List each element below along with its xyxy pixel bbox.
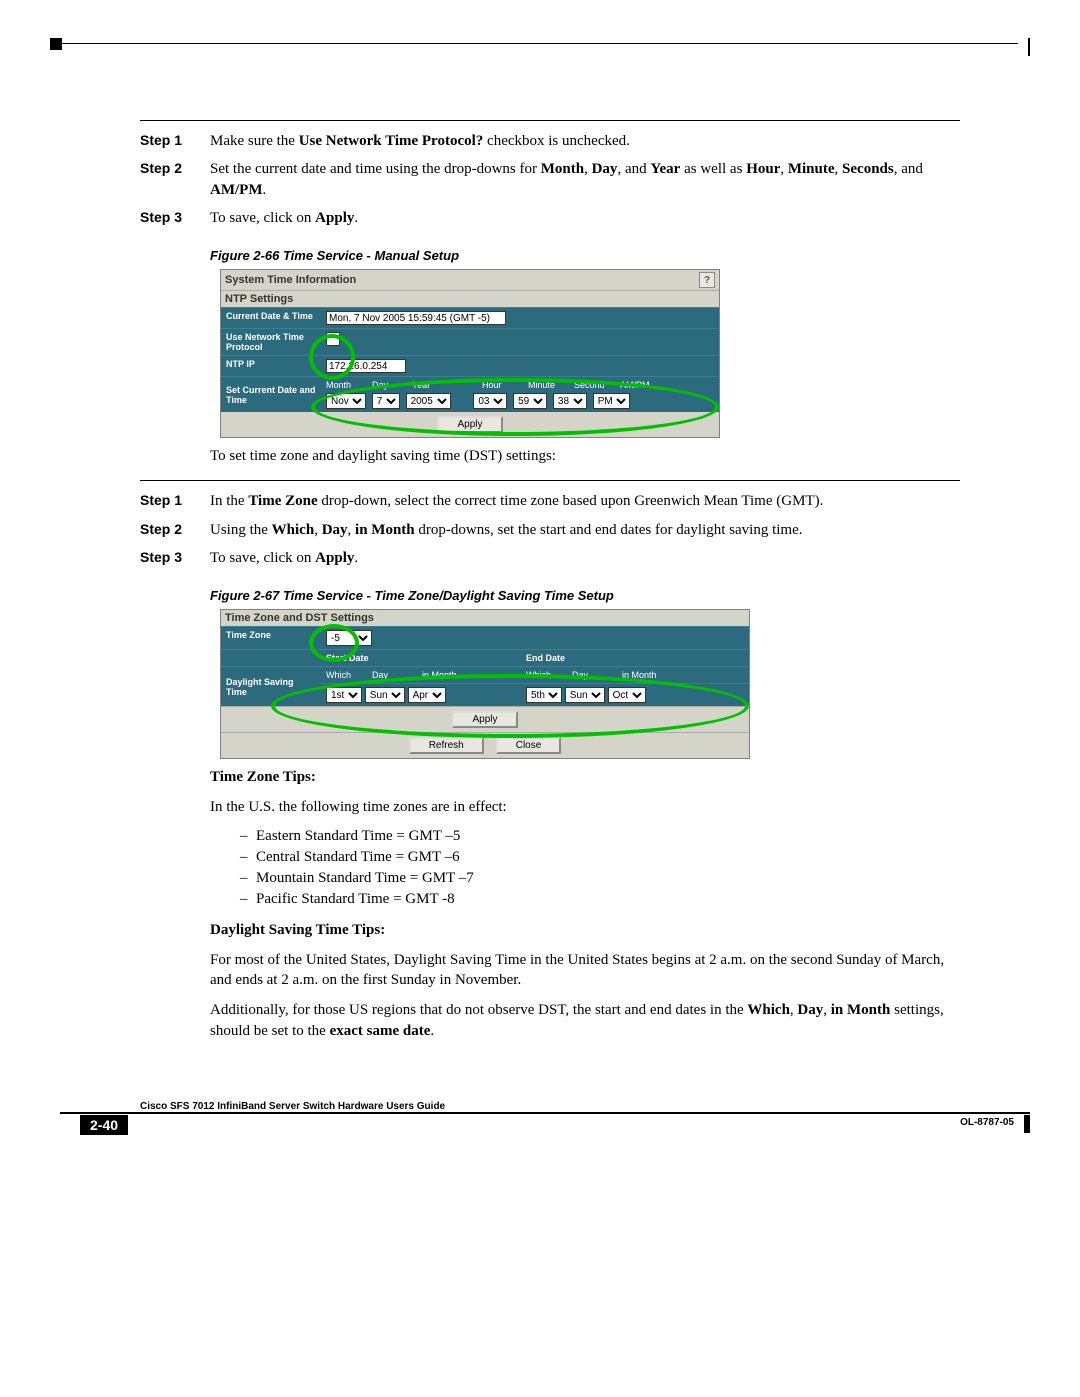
start-month-select[interactable]: Apr — [408, 687, 446, 703]
current-datetime-label: Current Date & Time — [221, 308, 321, 329]
refresh-button[interactable]: Refresh — [409, 737, 484, 754]
dst-p2: Additionally, for those US regions that … — [210, 1000, 960, 1041]
col-minute: Minute — [528, 380, 574, 390]
intro-text: To set time zone and daylight saving tim… — [210, 446, 960, 466]
timezone-list: Eastern Standard Time = GMT –5 Central S… — [210, 828, 960, 908]
set-datetime-label: Set Current Date and Time — [221, 377, 321, 413]
page-footer: Cisco SFS 7012 InfiniBand Server Switch … — [60, 1101, 1030, 1135]
step-text: Set the current date and time using the … — [210, 159, 960, 200]
col-second: Second — [574, 380, 620, 390]
col-month: Month — [326, 380, 372, 390]
col-inmonth: in Month — [622, 670, 682, 680]
page-number: 2-40 — [80, 1115, 128, 1135]
step-text: To save, click on Apply. — [210, 208, 960, 228]
list-item: Central Standard Time = GMT –6 — [240, 849, 960, 866]
step-text: Make sure the Use Network Time Protocol?… — [210, 131, 960, 151]
dst-label: Daylight Saving Time — [221, 667, 321, 707]
step-text: To save, click on Apply. — [210, 548, 960, 568]
crop-mark-icon — [1024, 1115, 1030, 1133]
crop-marks — [50, 38, 1030, 50]
timezone-tips-intro: In the U.S. the following time zones are… — [210, 797, 960, 817]
second-select[interactable]: 38 — [553, 393, 587, 409]
col-which: Which — [326, 670, 372, 680]
step-label: Step 3 — [140, 208, 210, 228]
month-select[interactable]: Nov — [326, 393, 366, 409]
use-ntp-checkbox[interactable] — [326, 332, 340, 346]
hour-select[interactable]: 03 — [473, 393, 507, 409]
col-ampm: AM/PM — [620, 380, 660, 390]
current-datetime-field[interactable] — [326, 311, 506, 325]
col-hour: Hour — [482, 380, 528, 390]
end-date-header: End Date — [521, 650, 749, 667]
footer-docid: OL-8787-05 — [960, 1117, 1014, 1128]
end-month-select[interactable]: Oct — [608, 687, 646, 703]
step-2a: Step 2 Set the current date and time usi… — [140, 159, 960, 200]
minute-select[interactable]: 59 — [513, 393, 547, 409]
year-select[interactable]: 2005 — [406, 393, 451, 409]
apply-button[interactable]: Apply — [437, 416, 502, 433]
list-item: Mountain Standard Time = GMT –7 — [240, 870, 960, 887]
dst-tips-heading: Daylight Saving Time Tips: — [210, 920, 960, 940]
step-3b: Step 3 To save, click on Apply. — [140, 548, 960, 568]
step-label: Step 2 — [140, 520, 210, 540]
step-3a: Step 3 To save, click on Apply. — [140, 208, 960, 228]
panel-title: Time Zone and DST Settings — [221, 610, 749, 626]
end-which-select[interactable]: 5th — [526, 687, 562, 703]
panel-subtitle: NTP Settings — [221, 290, 719, 307]
divider — [140, 480, 960, 481]
figure-caption: Figure 2-67 Time Service - Time Zone/Day… — [210, 588, 960, 603]
col-day: Day — [372, 380, 412, 390]
timezone-tips-heading: Time Zone Tips: — [210, 767, 960, 787]
step-label: Step 2 — [140, 159, 210, 200]
figure-2-66: System Time Information ? NTP Settings C… — [220, 269, 960, 438]
col-inmonth: in Month — [422, 670, 482, 680]
step-label: Step 1 — [140, 131, 210, 151]
ntp-ip-field[interactable] — [326, 359, 406, 373]
col-day: Day — [572, 670, 622, 680]
ntp-ip-label: NTP IP — [221, 356, 321, 377]
apply-button[interactable]: Apply — [452, 711, 517, 728]
col-day: Day — [372, 670, 422, 680]
figure-2-67: Time Zone and DST Settings Time Zone -5 … — [220, 609, 960, 759]
list-item: Pacific Standard Time = GMT -8 — [240, 891, 960, 908]
panel-title: System Time Information — [225, 274, 356, 286]
step-label: Step 1 — [140, 491, 210, 511]
footer-book-title: Cisco SFS 7012 InfiniBand Server Switch … — [140, 1101, 445, 1112]
step-1a: Step 1 Make sure the Use Network Time Pr… — [140, 131, 960, 151]
start-which-select[interactable]: 1st — [326, 687, 362, 703]
start-date-header: Start Date — [321, 650, 521, 667]
col-year: Year — [412, 380, 482, 390]
step-text: In the Time Zone drop-down, select the c… — [210, 491, 960, 511]
start-day-select[interactable]: Sun — [365, 687, 405, 703]
ampm-select[interactable]: PM — [593, 393, 630, 409]
close-button[interactable]: Close — [496, 737, 562, 754]
list-item: Eastern Standard Time = GMT –5 — [240, 828, 960, 845]
figure-caption: Figure 2-66 Time Service - Manual Setup — [210, 248, 960, 263]
divider — [140, 120, 960, 121]
step-1b: Step 1 In the Time Zone drop-down, selec… — [140, 491, 960, 511]
use-ntp-label: Use Network Time Protocol — [221, 329, 321, 356]
step-2b: Step 2 Using the Which, Day, in Month dr… — [140, 520, 960, 540]
help-icon[interactable]: ? — [699, 272, 715, 288]
col-which: Which — [526, 670, 572, 680]
end-day-select[interactable]: Sun — [565, 687, 605, 703]
timezone-label: Time Zone — [221, 627, 321, 650]
dst-p1: For most of the United States, Daylight … — [210, 950, 960, 991]
timezone-select[interactable]: -5 — [326, 630, 372, 646]
day-select[interactable]: 7 — [372, 393, 400, 409]
step-text: Using the Which, Day, in Month drop-down… — [210, 520, 960, 540]
step-label: Step 3 — [140, 548, 210, 568]
